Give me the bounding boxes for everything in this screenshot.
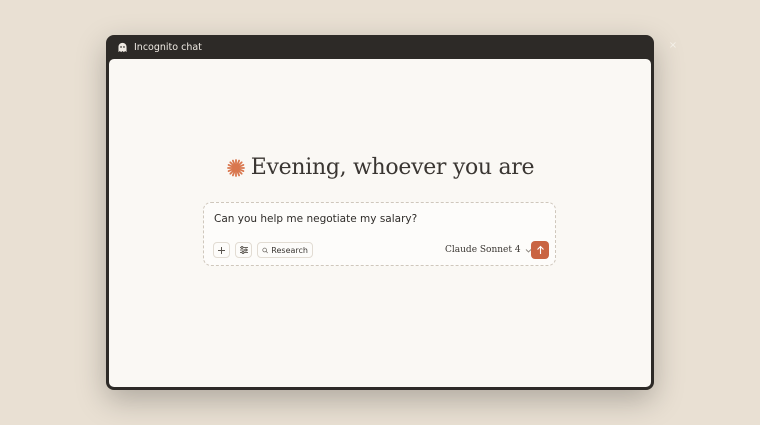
arrow-up-icon xyxy=(536,245,545,255)
plus-icon xyxy=(217,246,226,255)
tools-button[interactable] xyxy=(235,242,252,258)
send-button[interactable] xyxy=(531,241,549,259)
research-label: Research xyxy=(271,246,308,255)
spark-icon xyxy=(226,158,246,178)
search-icon xyxy=(262,246,268,255)
research-button[interactable]: Research xyxy=(257,242,313,258)
window-title: Incognito chat xyxy=(134,42,202,53)
model-label: Claude Sonnet 4 xyxy=(445,245,521,255)
chat-content: Evening, whoever you are Can you help me… xyxy=(109,59,651,387)
titlebar: Incognito chat xyxy=(106,35,654,59)
message-composer: Can you help me negotiate my salary? xyxy=(203,202,556,266)
incognito-window: Incognito chat Evening, whoever you are … xyxy=(106,35,654,390)
greeting: Evening, whoever you are xyxy=(109,155,651,180)
sliders-icon xyxy=(239,245,249,255)
greeting-text: Evening, whoever you are xyxy=(251,155,534,180)
close-icon[interactable]: × xyxy=(668,41,678,51)
add-button[interactable] xyxy=(213,242,230,258)
model-selector[interactable]: Claude Sonnet 4 xyxy=(445,242,532,258)
message-input[interactable]: Can you help me negotiate my salary? xyxy=(214,213,417,225)
ghost-icon xyxy=(117,42,128,53)
